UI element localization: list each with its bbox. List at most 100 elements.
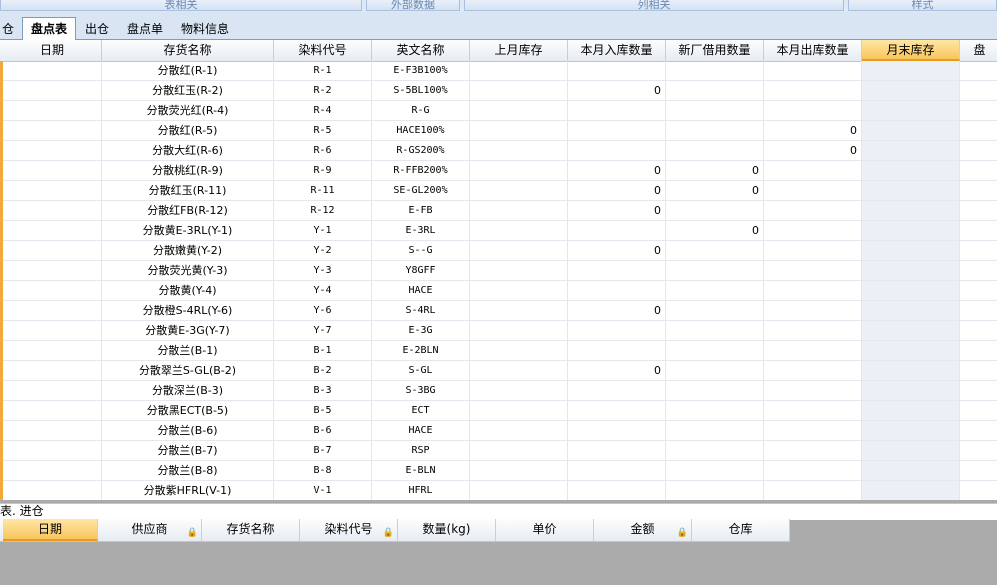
cell-last-month-stock[interactable] <box>470 361 568 381</box>
cell-month-out-qty[interactable] <box>764 361 862 381</box>
cell-date[interactable] <box>3 201 102 221</box>
cell-month-in-qty[interactable] <box>568 281 666 301</box>
cell-date[interactable] <box>3 181 102 201</box>
cell-new-factory-borrow[interactable] <box>666 461 764 481</box>
cell-date[interactable] <box>3 341 102 361</box>
cell-english-name[interactable]: E-3RL <box>372 221 470 241</box>
cell-item-name[interactable]: 分散红(R-5) <box>102 121 274 141</box>
cell-last-month-stock[interactable] <box>470 221 568 241</box>
cell-count[interactable] <box>960 361 997 381</box>
tab-warehouse[interactable]: 仓 <box>0 18 16 40</box>
cell-dye-code[interactable]: B-3 <box>274 381 372 401</box>
cell-new-factory-borrow[interactable] <box>666 261 764 281</box>
table-row[interactable]: 分散翠兰S-GL(B-2) B-2 S-GL 0 <box>0 361 997 381</box>
table-row[interactable]: 分散兰(B-6) B-6 HACE <box>0 421 997 441</box>
cell-month-out-qty[interactable] <box>764 441 862 461</box>
cell-count[interactable] <box>960 61 997 81</box>
cell-last-month-stock[interactable] <box>470 401 568 421</box>
col-header-date[interactable]: 日期 <box>3 40 102 61</box>
cell-month-in-qty[interactable] <box>568 61 666 81</box>
cell-last-month-stock[interactable] <box>470 341 568 361</box>
cell-english-name[interactable]: E-FB <box>372 201 470 221</box>
cell-item-name[interactable]: 分散桃红(R-9) <box>102 161 274 181</box>
cell-english-name[interactable]: E-BLN <box>372 461 470 481</box>
sub-col-item-name[interactable]: 存货名称 <box>202 519 300 541</box>
table-row[interactable]: 分散桃红(R-9) R-9 R-FFB200% 0 0 <box>0 161 997 181</box>
cell-month-end-stock[interactable] <box>862 101 960 121</box>
cell-new-factory-borrow[interactable] <box>666 361 764 381</box>
cell-count[interactable] <box>960 181 997 201</box>
col-header-new-factory-borrow[interactable]: 新厂借用数量 <box>666 40 764 61</box>
cell-month-in-qty[interactable] <box>568 261 666 281</box>
table-row[interactable]: 分散大红(R-6) R-6 R-GS200% 0 <box>0 141 997 161</box>
cell-dye-code[interactable]: B-8 <box>274 461 372 481</box>
cell-month-in-qty[interactable] <box>568 401 666 421</box>
cell-month-end-stock[interactable] <box>862 461 960 481</box>
cell-english-name[interactable]: R-GS200% <box>372 141 470 161</box>
table-row[interactable]: 分散黄E-3RL(Y-1) Y-1 E-3RL 0 <box>0 221 997 241</box>
cell-date[interactable] <box>3 421 102 441</box>
cell-last-month-stock[interactable] <box>470 281 568 301</box>
cell-dye-code[interactable]: B-2 <box>274 361 372 381</box>
ribbon-group-column[interactable]: 列相关 <box>464 0 844 11</box>
cell-new-factory-borrow[interactable] <box>666 81 764 101</box>
cell-english-name[interactable]: S-5BL100% <box>372 81 470 101</box>
cell-last-month-stock[interactable] <box>470 141 568 161</box>
table-row[interactable]: 分散兰(B-1) B-1 E-2BLN <box>0 341 997 361</box>
col-header-month-in-qty[interactable]: 本月入库数量 <box>568 40 666 61</box>
table-row[interactable]: 分散红FB(R-12) R-12 E-FB 0 <box>0 201 997 221</box>
cell-new-factory-borrow[interactable]: 0 <box>666 221 764 241</box>
col-header-english-name[interactable]: 英文名称 <box>372 40 470 61</box>
cell-item-name[interactable]: 分散紫HFRL(V-1) <box>102 481 274 500</box>
cell-new-factory-borrow[interactable] <box>666 121 764 141</box>
cell-new-factory-borrow[interactable] <box>666 301 764 321</box>
cell-month-in-qty[interactable]: 0 <box>568 181 666 201</box>
table-row[interactable]: 分散兰(B-7) B-7 RSP <box>0 441 997 461</box>
cell-month-in-qty[interactable] <box>568 441 666 461</box>
cell-dye-code[interactable]: R-2 <box>274 81 372 101</box>
cell-new-factory-borrow[interactable] <box>666 141 764 161</box>
cell-date[interactable] <box>3 481 102 500</box>
cell-dye-code[interactable]: Y-1 <box>274 221 372 241</box>
cell-count[interactable] <box>960 261 997 281</box>
cell-new-factory-borrow[interactable] <box>666 481 764 500</box>
cell-date[interactable] <box>3 441 102 461</box>
cell-item-name[interactable]: 分散兰(B-8) <box>102 461 274 481</box>
cell-item-name[interactable]: 分散嫩黄(Y-2) <box>102 241 274 261</box>
cell-dye-code[interactable]: B-6 <box>274 421 372 441</box>
cell-count[interactable] <box>960 321 997 341</box>
table-row[interactable]: 分散荧光黄(Y-3) Y-3 Y8GFF <box>0 261 997 281</box>
cell-month-out-qty[interactable] <box>764 341 862 361</box>
cell-count[interactable] <box>960 241 997 261</box>
cell-count[interactable] <box>960 301 997 321</box>
cell-month-end-stock[interactable] <box>862 481 960 500</box>
cell-date[interactable] <box>3 321 102 341</box>
cell-month-out-qty[interactable]: 0 <box>764 121 862 141</box>
cell-dye-code[interactable]: R-1 <box>274 61 372 81</box>
cell-item-name[interactable]: 分散黑ECT(B-5) <box>102 401 274 421</box>
col-header-count[interactable]: 盘 <box>960 40 997 61</box>
table-row[interactable]: 分散兰(B-8) B-8 E-BLN <box>0 461 997 481</box>
cell-month-in-qty[interactable]: 0 <box>568 81 666 101</box>
cell-new-factory-borrow[interactable]: 0 <box>666 181 764 201</box>
cell-month-in-qty[interactable] <box>568 221 666 241</box>
cell-last-month-stock[interactable] <box>470 161 568 181</box>
cell-english-name[interactable]: HFRL <box>372 481 470 500</box>
cell-english-name[interactable]: S-GL <box>372 361 470 381</box>
cell-count[interactable] <box>960 341 997 361</box>
cell-month-in-qty[interactable] <box>568 341 666 361</box>
cell-english-name[interactable]: HACE <box>372 281 470 301</box>
cell-month-out-qty[interactable] <box>764 161 862 181</box>
sub-col-quantity[interactable]: 数量(kg) <box>398 519 496 541</box>
sub-col-dye-code[interactable]: 染料代号 🔒 <box>300 519 398 541</box>
sub-col-amount[interactable]: 金额 🔒 <box>594 519 692 541</box>
cell-date[interactable] <box>3 121 102 141</box>
cell-count[interactable] <box>960 441 997 461</box>
table-row[interactable]: 分散橙S-4RL(Y-6) Y-6 S-4RL 0 <box>0 301 997 321</box>
sub-col-supplier[interactable]: 供应商 🔒 <box>98 519 202 541</box>
table-row[interactable]: 分散荧光红(R-4) R-4 R-G <box>0 101 997 121</box>
cell-count[interactable] <box>960 221 997 241</box>
cell-english-name[interactable]: E-2BLN <box>372 341 470 361</box>
cell-month-end-stock[interactable] <box>862 341 960 361</box>
cell-last-month-stock[interactable] <box>470 321 568 341</box>
